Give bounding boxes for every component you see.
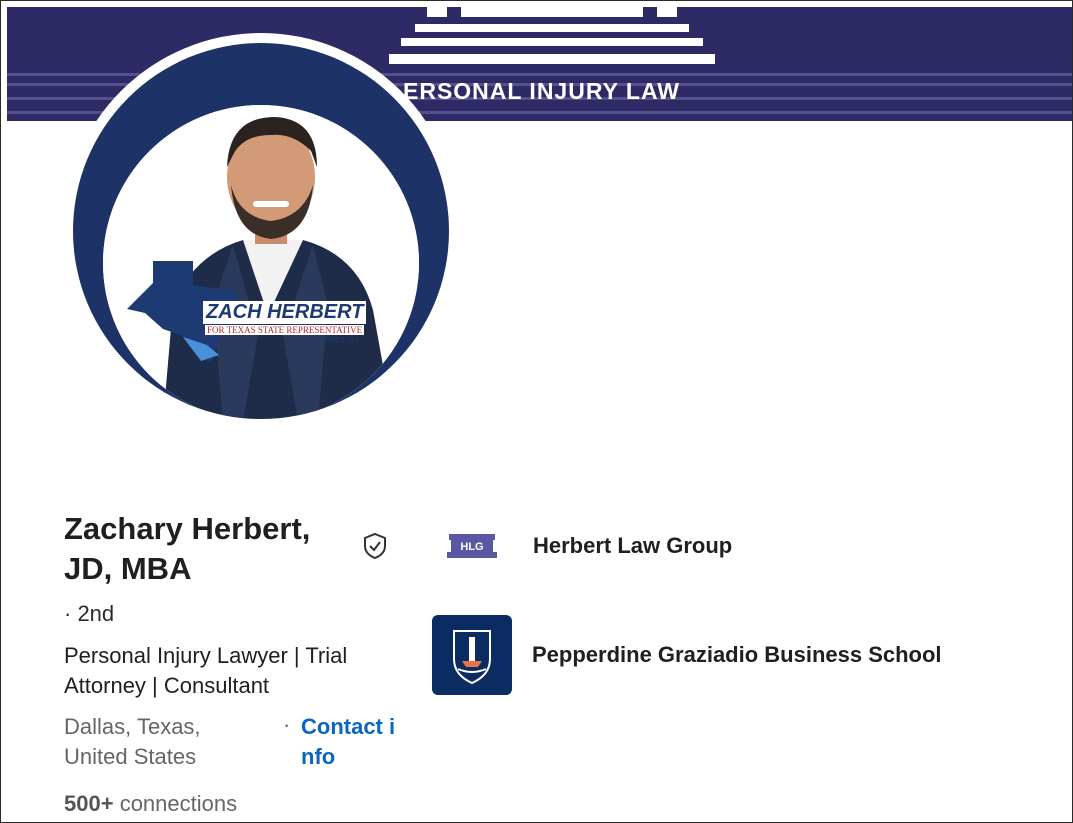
org-pepperdine[interactable]: Pepperdine Graziadio Business School [432,615,942,695]
profile-location: Dallas, Texas, United States [64,714,201,769]
pepperdine-logo [432,615,512,695]
connections-count[interactable]: 500+ connections [64,791,237,817]
org-name: Pepperdine Graziadio Business School [532,642,942,667]
banner-logo [387,7,717,77]
verified-shield-icon[interactable] [362,532,388,560]
avatar[interactable]: ZACH HERBERT FOR TEXAS STATE REPRESENTAT… [73,43,449,419]
connections-number: 500+ [64,791,114,816]
campaign-badge: ZACH HERBERT FOR TEXAS STATE REPRESENTAT… [123,243,393,363]
badge-sub: FOR TEXAS STATE REPRESENTATIVE [205,325,365,335]
profile-name: Zachary Herbert, JD, MBA [64,511,311,586]
hlg-logo-text: HLG [460,541,483,553]
badge-name: ZACH HERBERT [203,301,367,324]
org-name: Herbert Law Group [533,533,733,558]
contact-info-link[interactable]: Contact info [301,712,396,772]
badge-district: DISTRICT 112 [313,337,359,344]
hlg-logo-icon: HLG [447,534,497,558]
connection-degree: · 2nd [64,601,115,626]
connections-label: connections [119,791,238,816]
banner-text: ERSONAL INJURY LAW [403,78,680,104]
org-herbert-law-group[interactable]: HLG Herbert Law Group [447,532,732,560]
pepperdine-crest-icon [453,630,491,685]
profile-card: ERSONAL INJURY LAW ZACH HERBERT FOR TEXA… [0,0,1073,823]
contact-separator: · [283,712,291,737]
profile-headline: Personal Injury Lawyer | Trial Attorney … [64,643,348,698]
